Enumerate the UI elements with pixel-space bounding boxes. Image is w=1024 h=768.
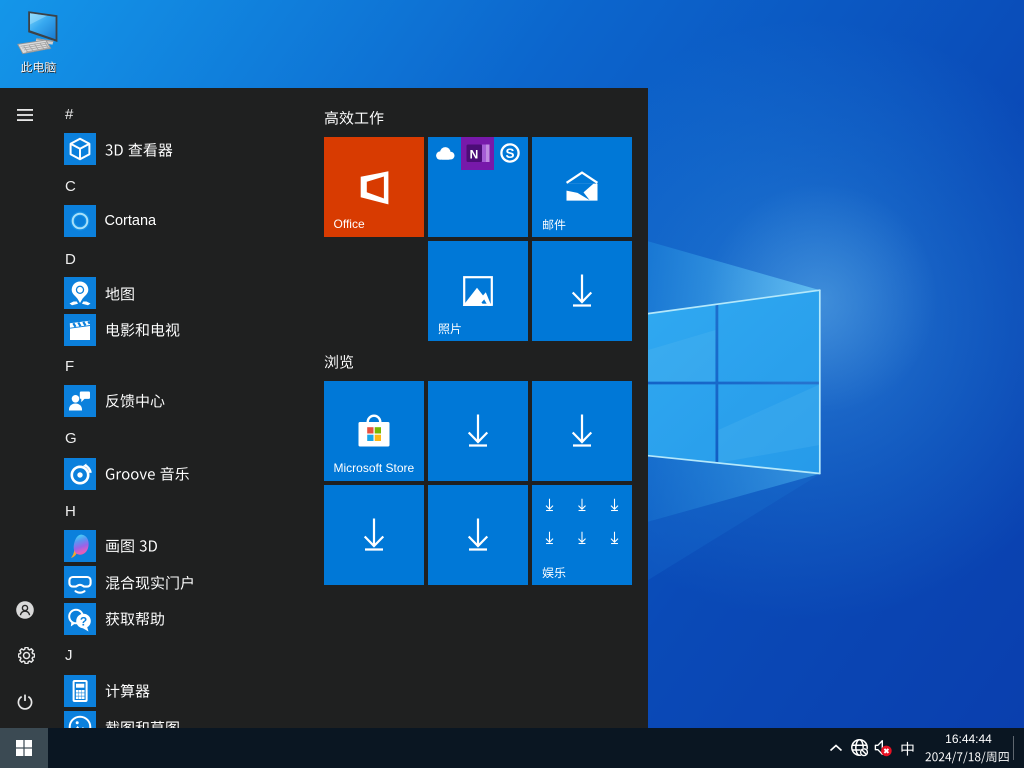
svg-text:?: ? — [80, 614, 87, 628]
svg-text:S: S — [505, 146, 514, 161]
svg-text:N: N — [470, 148, 479, 162]
